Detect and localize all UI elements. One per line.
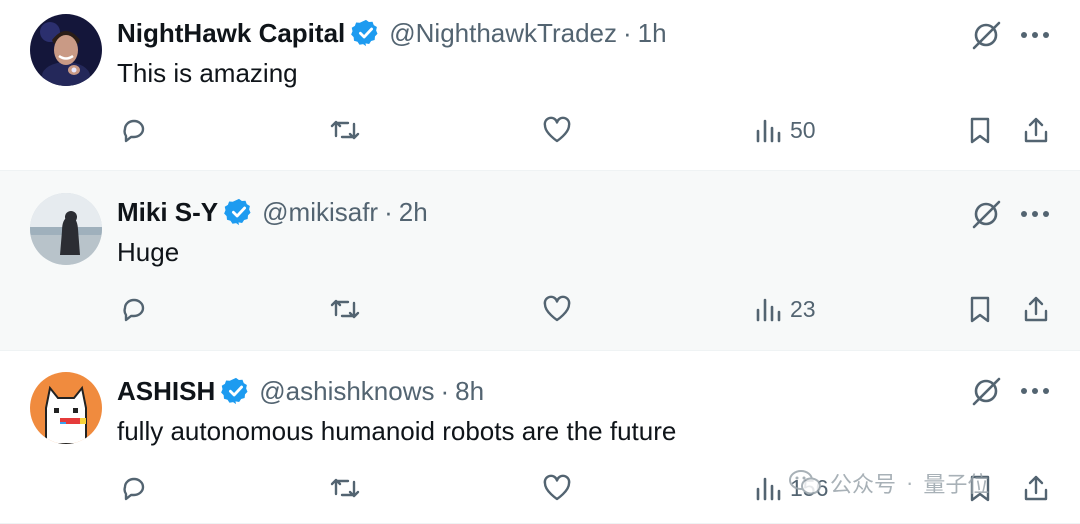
like-button[interactable] — [540, 472, 574, 504]
reply-button[interactable] — [118, 293, 150, 325]
reply-icon — [118, 472, 150, 504]
timestamp[interactable]: 8h — [455, 373, 484, 409]
separator-dot: · — [623, 18, 632, 48]
like-button[interactable] — [540, 293, 574, 325]
user-handle[interactable]: @mikisafr — [262, 194, 378, 230]
tweet-header: ASHISH @ashishknows · 8h — [117, 373, 484, 409]
retweet-icon — [328, 472, 362, 504]
tweet-text: This is amazing — [117, 58, 298, 88]
share-button[interactable] — [1020, 293, 1052, 325]
timestamp[interactable]: 1h — [638, 15, 667, 51]
more-icon[interactable] — [1018, 20, 1052, 50]
views-button[interactable]: 50 — [754, 114, 816, 146]
like-icon — [540, 293, 574, 325]
like-icon — [540, 472, 574, 504]
timestamp[interactable]: 2h — [399, 194, 428, 230]
bookmark-button[interactable] — [965, 472, 995, 504]
user-handle[interactable]: @ashishknows — [259, 373, 434, 409]
separator-dot: · — [440, 376, 450, 406]
share-icon — [1020, 114, 1052, 146]
views-count: 50 — [790, 116, 816, 143]
views-icon — [754, 114, 784, 146]
reply-icon — [118, 293, 150, 325]
retweet-button[interactable] — [328, 293, 362, 325]
bookmark-button[interactable] — [965, 114, 995, 146]
display-name[interactable]: Miki S-Y — [117, 194, 218, 230]
views-button[interactable]: 156 — [754, 472, 828, 504]
reply-icon — [118, 114, 150, 146]
grok-slash-icon[interactable] — [968, 373, 1004, 409]
like-icon — [540, 114, 574, 146]
more-icon[interactable] — [1018, 199, 1052, 229]
tweet-text: Huge — [117, 237, 180, 267]
retweet-button[interactable] — [328, 114, 362, 146]
views-count: 23 — [790, 295, 816, 322]
tweet-header: NightHawk Capital @NighthawkTradez · 1h — [117, 15, 667, 51]
views-button[interactable]: 23 — [754, 293, 816, 325]
more-icon[interactable] — [1018, 376, 1052, 406]
share-icon — [1020, 472, 1052, 504]
verified-badge-icon — [351, 18, 381, 48]
bookmark-icon — [965, 114, 995, 146]
share-button[interactable] — [1020, 114, 1052, 146]
like-button[interactable] — [540, 114, 574, 146]
avatar[interactable] — [30, 14, 102, 86]
user-handle[interactable]: @NighthawkTradez — [389, 15, 617, 51]
tweet-reply[interactable]: ASHISH @ashishknows · 8h fully autonomou… — [0, 351, 1080, 524]
verified-badge-icon — [221, 376, 251, 406]
views-icon — [754, 472, 784, 504]
grok-slash-icon[interactable] — [968, 17, 1004, 53]
avatar[interactable] — [30, 372, 102, 444]
grok-slash-icon[interactable] — [968, 196, 1004, 232]
reply-button[interactable] — [118, 114, 150, 146]
share-button[interactable] — [1020, 472, 1052, 504]
verified-badge-icon — [224, 197, 254, 227]
reply-button[interactable] — [118, 472, 150, 504]
views-count: 156 — [790, 474, 829, 501]
display-name[interactable]: ASHISH — [117, 373, 215, 409]
tweet-reply[interactable]: NightHawk Capital @NighthawkTradez · 1h … — [0, 0, 1080, 171]
bookmark-icon — [965, 293, 995, 325]
share-icon — [1020, 293, 1052, 325]
views-icon — [754, 293, 784, 325]
tweet-reply[interactable]: Miki S-Y @mikisafr · 2h Huge 23 — [0, 171, 1080, 351]
retweet-button[interactable] — [328, 472, 362, 504]
avatar[interactable] — [30, 193, 102, 265]
retweet-icon — [328, 114, 362, 146]
tweet-header: Miki S-Y @mikisafr · 2h — [117, 194, 428, 230]
tweet-text: fully autonomous humanoid robots are the… — [117, 416, 677, 446]
display-name[interactable]: NightHawk Capital — [117, 15, 345, 51]
bookmark-icon — [965, 472, 995, 504]
retweet-icon — [328, 293, 362, 325]
bookmark-button[interactable] — [965, 293, 995, 325]
separator-dot: · — [384, 197, 393, 227]
